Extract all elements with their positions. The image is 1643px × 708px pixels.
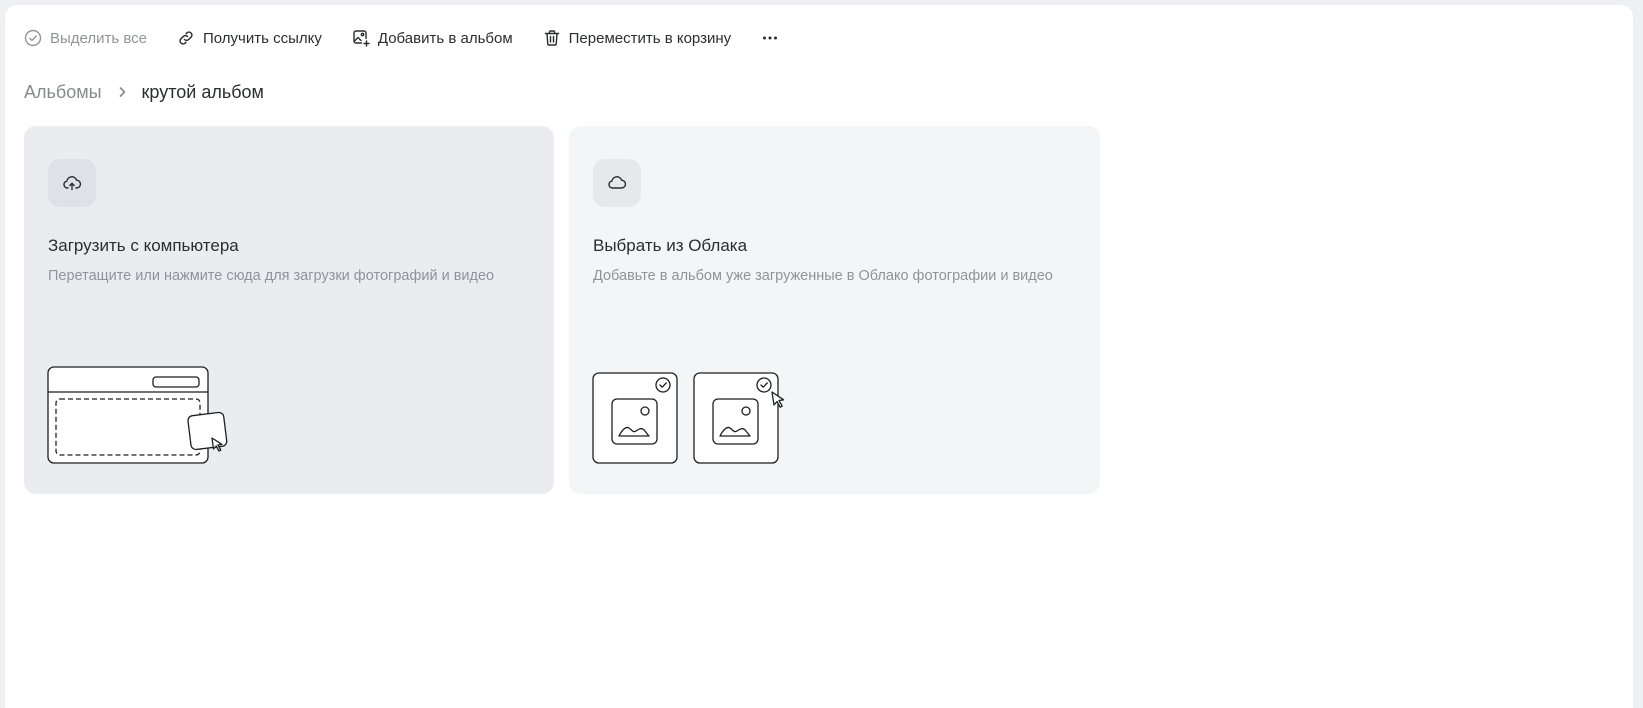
check-circle-icon	[24, 29, 42, 47]
chevron-right-icon	[116, 86, 128, 98]
cloud-card-title: Выбрать из Облака	[593, 236, 748, 255]
select-all-button[interactable]: Выделить все	[24, 29, 147, 47]
move-to-trash-button[interactable]: Переместить в корзину	[543, 29, 732, 47]
trash-icon	[543, 29, 561, 47]
upload-card-title: Загрузить с компьютера	[48, 236, 239, 255]
add-to-album-button[interactable]: Добавить в альбом	[352, 29, 513, 47]
get-link-label: Получить ссылку	[203, 29, 322, 47]
upload-from-computer-card[interactable]: Загрузить с компьютера Перетащите или на…	[24, 126, 554, 494]
album-page: Выделить все Получить ссылку Добавить в …	[5, 5, 1633, 708]
breadcrumb: Альбомы крутой альбом	[24, 79, 264, 105]
link-icon	[177, 29, 195, 47]
upload-card-description: Перетащите или нажмите сюда для загрузки…	[48, 268, 495, 284]
more-horizontal-icon	[761, 29, 779, 47]
cloud-card-description: Добавьте в альбом уже загруженные в Обла…	[593, 268, 1053, 284]
add-to-album-label: Добавить в альбом	[377, 29, 513, 47]
toolbar: Выделить все Получить ссылку Добавить в …	[24, 25, 779, 51]
browser-drop-illustration	[47, 366, 237, 471]
more-button[interactable]	[761, 29, 779, 47]
breadcrumb-current: крутой альбом	[141, 81, 264, 102]
cloud-icon	[593, 159, 641, 207]
breadcrumb-albums-link[interactable]: Альбомы	[24, 82, 102, 103]
get-link-button[interactable]: Получить ссылку	[177, 29, 322, 47]
move-to-trash-label: Переместить в корзину	[568, 29, 732, 47]
image-add-icon	[352, 29, 370, 47]
select-all-label: Выделить все	[50, 29, 148, 47]
select-from-cloud-card[interactable]: Выбрать из Облака Добавьте в альбом уже …	[569, 126, 1100, 494]
cloud-upload-icon	[48, 159, 96, 207]
selected-photos-illustration	[592, 366, 792, 471]
